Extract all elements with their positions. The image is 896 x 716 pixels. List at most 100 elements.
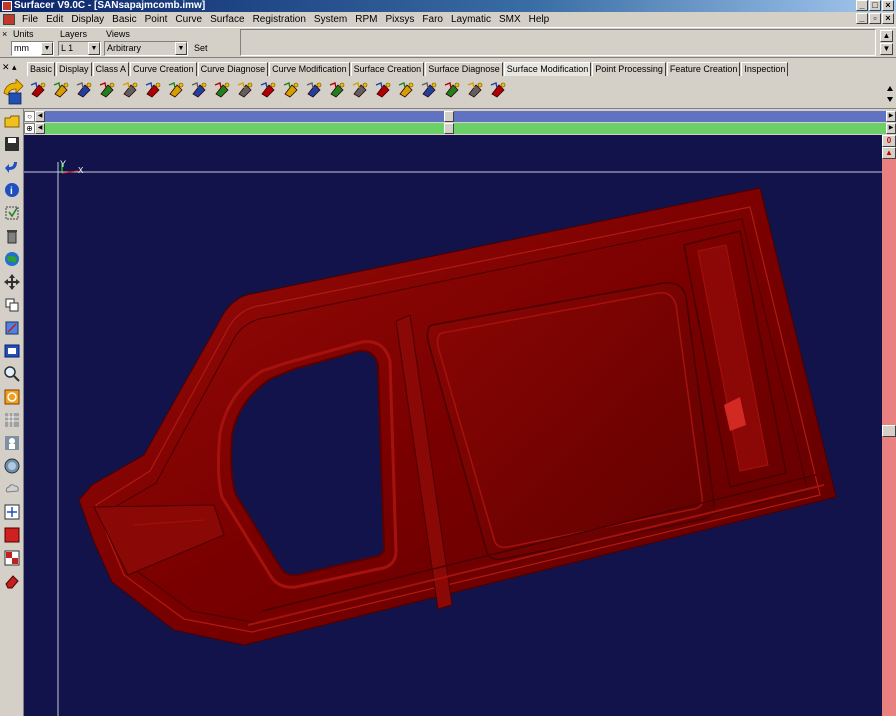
copy-icon[interactable]	[1, 294, 23, 316]
fit-view-icon[interactable]	[1, 340, 23, 362]
top-slider-thumb[interactable]	[444, 111, 454, 122]
globe-icon[interactable]	[1, 248, 23, 270]
menu-pixsys[interactable]: Pixsys	[382, 12, 419, 27]
snap-icon[interactable]	[1, 501, 23, 523]
crosshair-icon[interactable]: ⊕	[24, 123, 35, 134]
info-icon[interactable]: i	[1, 179, 23, 201]
hand-modify-icon[interactable]	[325, 79, 348, 101]
menu-file[interactable]: File	[18, 12, 42, 27]
collapse-icon[interactable]: ✕ ▴	[2, 62, 17, 73]
offset-surface-icon[interactable]	[72, 79, 95, 101]
scroll-thumb[interactable]	[882, 425, 896, 437]
menu-rpm[interactable]: RPM	[351, 12, 381, 27]
solid-box-icon[interactable]	[233, 79, 256, 101]
layers-select[interactable]: L 1 ▼	[58, 41, 101, 56]
merge-surface-icon[interactable]	[279, 79, 302, 101]
doc-minimize-button[interactable]: _	[856, 13, 868, 24]
right-arrow-button[interactable]: ▶	[886, 111, 896, 122]
delete-surface-icon[interactable]	[486, 79, 509, 101]
insert-knot-icon[interactable]	[463, 79, 486, 101]
set-button[interactable]: Set	[194, 43, 208, 53]
tab-basic[interactable]: Basic	[27, 62, 56, 76]
join-surface-icon[interactable]	[141, 79, 164, 101]
menu-laymatic[interactable]: Laymatic	[447, 12, 495, 27]
tab-inspection[interactable]: Inspection	[741, 62, 789, 76]
close-settings-icon[interactable]: ×	[2, 29, 7, 39]
left-arrow-button[interactable]: ◀	[35, 111, 45, 122]
top-slider-track[interactable]	[45, 111, 886, 122]
views-select[interactable]: Arbitrary ▼	[104, 41, 188, 56]
tab-feature-creation[interactable]: Feature Creation	[666, 62, 741, 76]
tab-curve-diagnose[interactable]: Curve Diagnose	[197, 62, 269, 76]
close-button[interactable]: ×	[882, 0, 894, 11]
grid-icon[interactable]	[1, 547, 23, 569]
zoom-globe-icon[interactable]	[1, 455, 23, 477]
eraser-icon[interactable]	[1, 570, 23, 592]
chevron-down-icon[interactable]: ▼	[175, 42, 187, 55]
3d-viewport[interactable]: Y X	[24, 135, 882, 716]
select-all-icon[interactable]	[1, 202, 23, 224]
top-slider[interactable]: ○ ◀ ▶	[24, 111, 896, 122]
tab-display[interactable]: Display	[56, 62, 92, 76]
scroll-up-arrow[interactable]: ▲	[882, 147, 896, 159]
cloud-icon[interactable]	[1, 478, 23, 500]
doc-restore-button[interactable]: ▫	[869, 13, 881, 24]
maximize-button[interactable]: □	[869, 0, 881, 11]
bottom-slider-thumb[interactable]	[444, 123, 454, 134]
chevron-down-icon[interactable]: ▼	[88, 42, 100, 55]
tool-strip-scroll-icon[interactable]	[886, 83, 894, 105]
view-person-icon[interactable]	[1, 432, 23, 454]
menu-curve[interactable]: Curve	[171, 12, 206, 27]
menu-system[interactable]: System	[310, 12, 351, 27]
deform-surface-icon[interactable]	[302, 79, 325, 101]
undo-icon[interactable]	[1, 156, 23, 178]
untrim-icon[interactable]	[256, 79, 279, 101]
move-icon[interactable]	[1, 271, 23, 293]
minimize-button[interactable]: _	[856, 0, 868, 11]
tab-curve-creation[interactable]: Curve Creation	[130, 62, 197, 76]
transform-icon[interactable]	[1, 317, 23, 339]
scroll-top-button[interactable]: 0	[882, 135, 896, 147]
tab-surface-modification[interactable]: Surface Modification	[503, 62, 592, 76]
vertical-scrollbar[interactable]: 0 ▲	[882, 135, 896, 716]
right-arrow-button[interactable]: ▶	[886, 123, 896, 134]
tab-class-a[interactable]: Class A	[92, 62, 130, 76]
chevron-down-icon[interactable]: ▼	[41, 42, 53, 55]
scroll-up-button[interactable]: ▲	[880, 30, 893, 42]
bottom-slider[interactable]: ⊕ ◀ ▶	[24, 123, 896, 134]
menu-registration[interactable]: Registration	[249, 12, 310, 27]
units-select[interactable]: mm ▼	[11, 41, 54, 56]
menu-surface[interactable]: Surface	[206, 12, 248, 27]
menu-display[interactable]: Display	[67, 12, 108, 27]
left-arrow-button[interactable]: ◀	[35, 123, 45, 134]
menu-help[interactable]: Help	[525, 12, 554, 27]
tab-curve-modification[interactable]: Curve Modification	[269, 62, 350, 76]
bottom-slider-track[interactable]	[45, 123, 886, 134]
match-surface-icon[interactable]	[348, 79, 371, 101]
circle-icon[interactable]: ○	[24, 111, 35, 122]
remove-knot-icon[interactable]	[440, 79, 463, 101]
tab-point-processing[interactable]: Point Processing	[592, 62, 666, 76]
dispatcher-icon[interactable]	[2, 79, 24, 105]
doc-close-button[interactable]: ×	[882, 13, 894, 24]
tab-surface-creation[interactable]: Surface Creation	[350, 62, 425, 76]
extend-surface-icon[interactable]	[49, 79, 72, 101]
menu-point[interactable]: Point	[141, 12, 172, 27]
save-icon[interactable]	[1, 133, 23, 155]
flip-normal-icon[interactable]	[371, 79, 394, 101]
model-canvas[interactable]: Y X	[24, 135, 882, 716]
menu-smx[interactable]: SMX	[495, 12, 525, 27]
blend-surface-icon[interactable]	[95, 79, 118, 101]
color-icon[interactable]	[1, 524, 23, 546]
smooth-surface-icon[interactable]	[210, 79, 233, 101]
document-icon[interactable]	[3, 14, 15, 25]
reparameterize-icon[interactable]	[187, 79, 210, 101]
split-surface-icon[interactable]	[118, 79, 141, 101]
trash-icon[interactable]	[1, 225, 23, 247]
menu-basic[interactable]: Basic	[108, 12, 140, 27]
trim-surface-icon[interactable]	[26, 79, 49, 101]
move-cv-icon[interactable]	[394, 79, 417, 101]
open-folder-icon[interactable]	[1, 110, 23, 132]
pattern-icon[interactable]	[1, 409, 23, 431]
scroll-down-button[interactable]: ▼	[880, 43, 893, 55]
